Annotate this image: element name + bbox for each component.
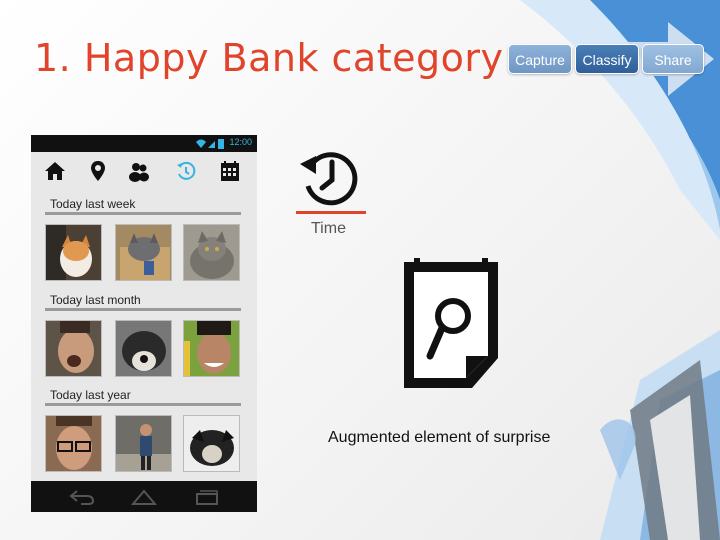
slide-title: 1. Happy Bank category <box>34 36 504 80</box>
status-bar: 12:00 <box>31 135 257 152</box>
recent-apps-icon[interactable] <box>194 488 220 506</box>
android-nav-bar <box>31 481 257 512</box>
phone-screen: 12:00 Today last week Today last month T… <box>31 135 257 512</box>
history-clock-icon <box>300 152 358 206</box>
puppy-photo <box>184 416 239 471</box>
section-divider <box>45 308 241 311</box>
surprise-caption: Augmented element of surprise <box>328 429 551 446</box>
section-label-last-year: Today last year <box>50 388 131 402</box>
photo-thumbnail[interactable] <box>115 224 172 281</box>
glasses-face-photo <box>46 416 101 471</box>
dog-photo <box>116 321 171 376</box>
photo-thumbnail[interactable] <box>183 320 240 377</box>
photo-thumbnail[interactable] <box>183 415 240 472</box>
face-photo <box>46 321 101 376</box>
photo-thumbnail[interactable] <box>45 224 102 281</box>
gray-cat-photo <box>184 225 239 280</box>
time-label: Time <box>311 220 346 237</box>
smiling-face-photo <box>184 321 239 376</box>
status-time: 12:00 <box>229 137 252 147</box>
home-icon[interactable] <box>43 159 67 183</box>
step-classify-active[interactable]: Classify <box>575 44 639 74</box>
section-divider <box>45 403 241 406</box>
step-capture[interactable]: Capture <box>508 44 572 74</box>
person-street-photo <box>116 416 171 471</box>
step-share[interactable]: Share <box>642 44 704 74</box>
photo-thumbnail[interactable] <box>115 415 172 472</box>
signal-wifi-battery-icon <box>196 139 224 149</box>
people-icon[interactable] <box>127 159 151 183</box>
back-icon[interactable] <box>69 488 95 506</box>
section-label-last-week: Today last week <box>50 197 136 211</box>
cat-photo <box>46 225 101 280</box>
cat-in-box-photo <box>116 225 171 280</box>
section-label-last-month: Today last month <box>50 293 141 307</box>
history-clock-icon[interactable] <box>174 159 198 183</box>
photo-thumbnail[interactable] <box>45 415 102 472</box>
category-nav <box>31 155 257 187</box>
step-progress-bar: Capture Classify Share <box>508 22 714 96</box>
location-pin-icon[interactable] <box>86 159 110 183</box>
section-divider <box>45 212 241 215</box>
home-outline-icon[interactable] <box>131 488 157 506</box>
calendar-icon[interactable] <box>218 159 242 183</box>
photo-thumbnail[interactable] <box>45 320 102 377</box>
photo-thumbnail[interactable] <box>183 224 240 281</box>
time-underline <box>296 211 366 214</box>
search-note-icon <box>404 258 498 388</box>
photo-thumbnail[interactable] <box>115 320 172 377</box>
